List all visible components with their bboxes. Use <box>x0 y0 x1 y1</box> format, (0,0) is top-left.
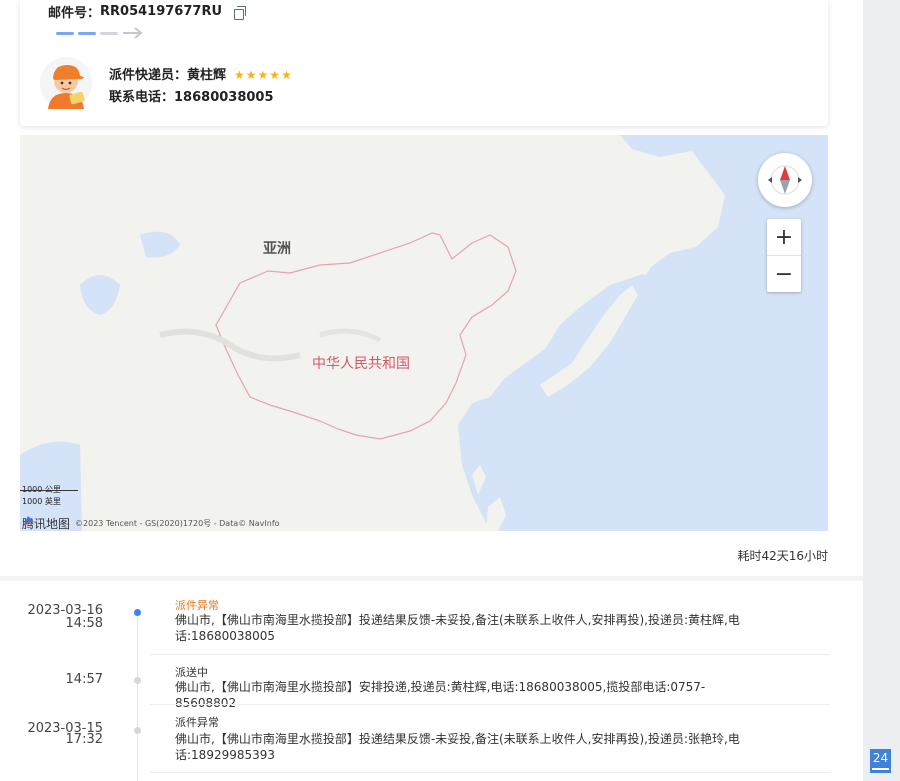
section-divider <box>0 576 863 581</box>
tracking-map[interactable]: 亚洲 中华人民共和国 + − 1000 公里 1000 英里 <box>20 135 828 531</box>
compass-control[interactable] <box>758 153 812 207</box>
compass-icon <box>768 165 802 195</box>
mail-number-label: 邮件号： <box>48 6 101 21</box>
progress-step <box>100 31 118 35</box>
event-description: 佛山市,【佛山市南海里水揽投部】投递结果反馈-未妥投,备注(未联系上收件人,安排… <box>175 613 740 643</box>
courier-info: 派件快递员：黄柱辉 ★★★★★ 联系电话：18680038005 <box>109 64 293 109</box>
page-number-badge[interactable]: 24 <box>870 749 891 773</box>
zoom-control: + − <box>767 219 801 292</box>
courier-phone-row: 联系电话：18680038005 <box>109 87 293 109</box>
event-description: 佛山市,【佛山市南海里水揽投部】安排投递,投递员:黄柱辉,电话:18680038… <box>175 680 706 710</box>
map-label-continent: 亚洲 <box>263 241 291 257</box>
event-status: 派件异常 <box>175 716 219 729</box>
elapsed-time: 耗时42天16小时 <box>737 549 828 563</box>
mail-number-value: RR054197677RU <box>100 4 223 19</box>
zoom-in-button[interactable]: + <box>767 219 801 255</box>
event-time: 17:32 <box>65 732 103 747</box>
timeline-separator <box>150 772 830 773</box>
event-status: 派送中 <box>175 666 208 679</box>
timeline-dot <box>134 727 141 734</box>
mail-number-row: 邮件号： RR054197677RU <box>48 2 247 21</box>
event-description: 佛山市,【佛山市南海里水揽投部】投递结果反馈-未妥投,备注(未联系上收件人,安排… <box>175 732 740 762</box>
event-time: 14:58 <box>65 616 103 631</box>
timeline-line <box>137 610 138 781</box>
right-sidebar <box>863 0 900 781</box>
tracking-panel: 邮件号： RR054197677RU 派件快递员：黄柱辉 ★★★★★ 联系电话：… <box>0 0 863 781</box>
zoom-out-button[interactable]: − <box>767 255 801 292</box>
courier-phone-label: 联系电话： <box>109 90 175 105</box>
courier-card: 邮件号： RR054197677RU 派件快递员：黄柱辉 ★★★★★ 联系电话：… <box>20 0 828 126</box>
scale-imperial: 1000 英里 <box>22 497 61 506</box>
progress-step <box>78 31 96 35</box>
scale-bar <box>20 490 78 491</box>
map-canvas <box>20 135 828 531</box>
map-copyright: ©2023 Tencent - GS(2020)1720号 - Data© Na… <box>75 519 280 528</box>
timeline-dot <box>134 677 141 684</box>
rating-stars: ★★★★★ <box>234 68 293 82</box>
delivery-progress <box>56 27 143 39</box>
copy-icon[interactable] <box>234 5 247 20</box>
map-scale: 1000 公里 1000 英里 <box>22 484 61 508</box>
courier-name: 黄柱辉 <box>187 68 227 83</box>
timeline-separator <box>150 654 830 655</box>
progress-step <box>56 31 74 35</box>
event-time: 14:57 <box>65 672 103 687</box>
event-status: 派件异常 <box>175 599 219 612</box>
courier-phone: 18680038005 <box>174 90 274 105</box>
timeline-dot <box>134 609 141 616</box>
arrow-right-icon <box>123 27 143 39</box>
map-attribution: 腾讯地图 ©2023 Tencent - GS(2020)1720号 - Dat… <box>22 515 280 531</box>
timeline-separator <box>150 704 830 705</box>
map-label-country: 中华人民共和国 <box>312 356 410 372</box>
courier-name-row: 派件快递员：黄柱辉 ★★★★★ <box>109 64 293 87</box>
courier-name-label: 派件快递员： <box>109 68 188 83</box>
tencent-map-icon <box>23 516 33 526</box>
courier-avatar <box>40 57 92 109</box>
